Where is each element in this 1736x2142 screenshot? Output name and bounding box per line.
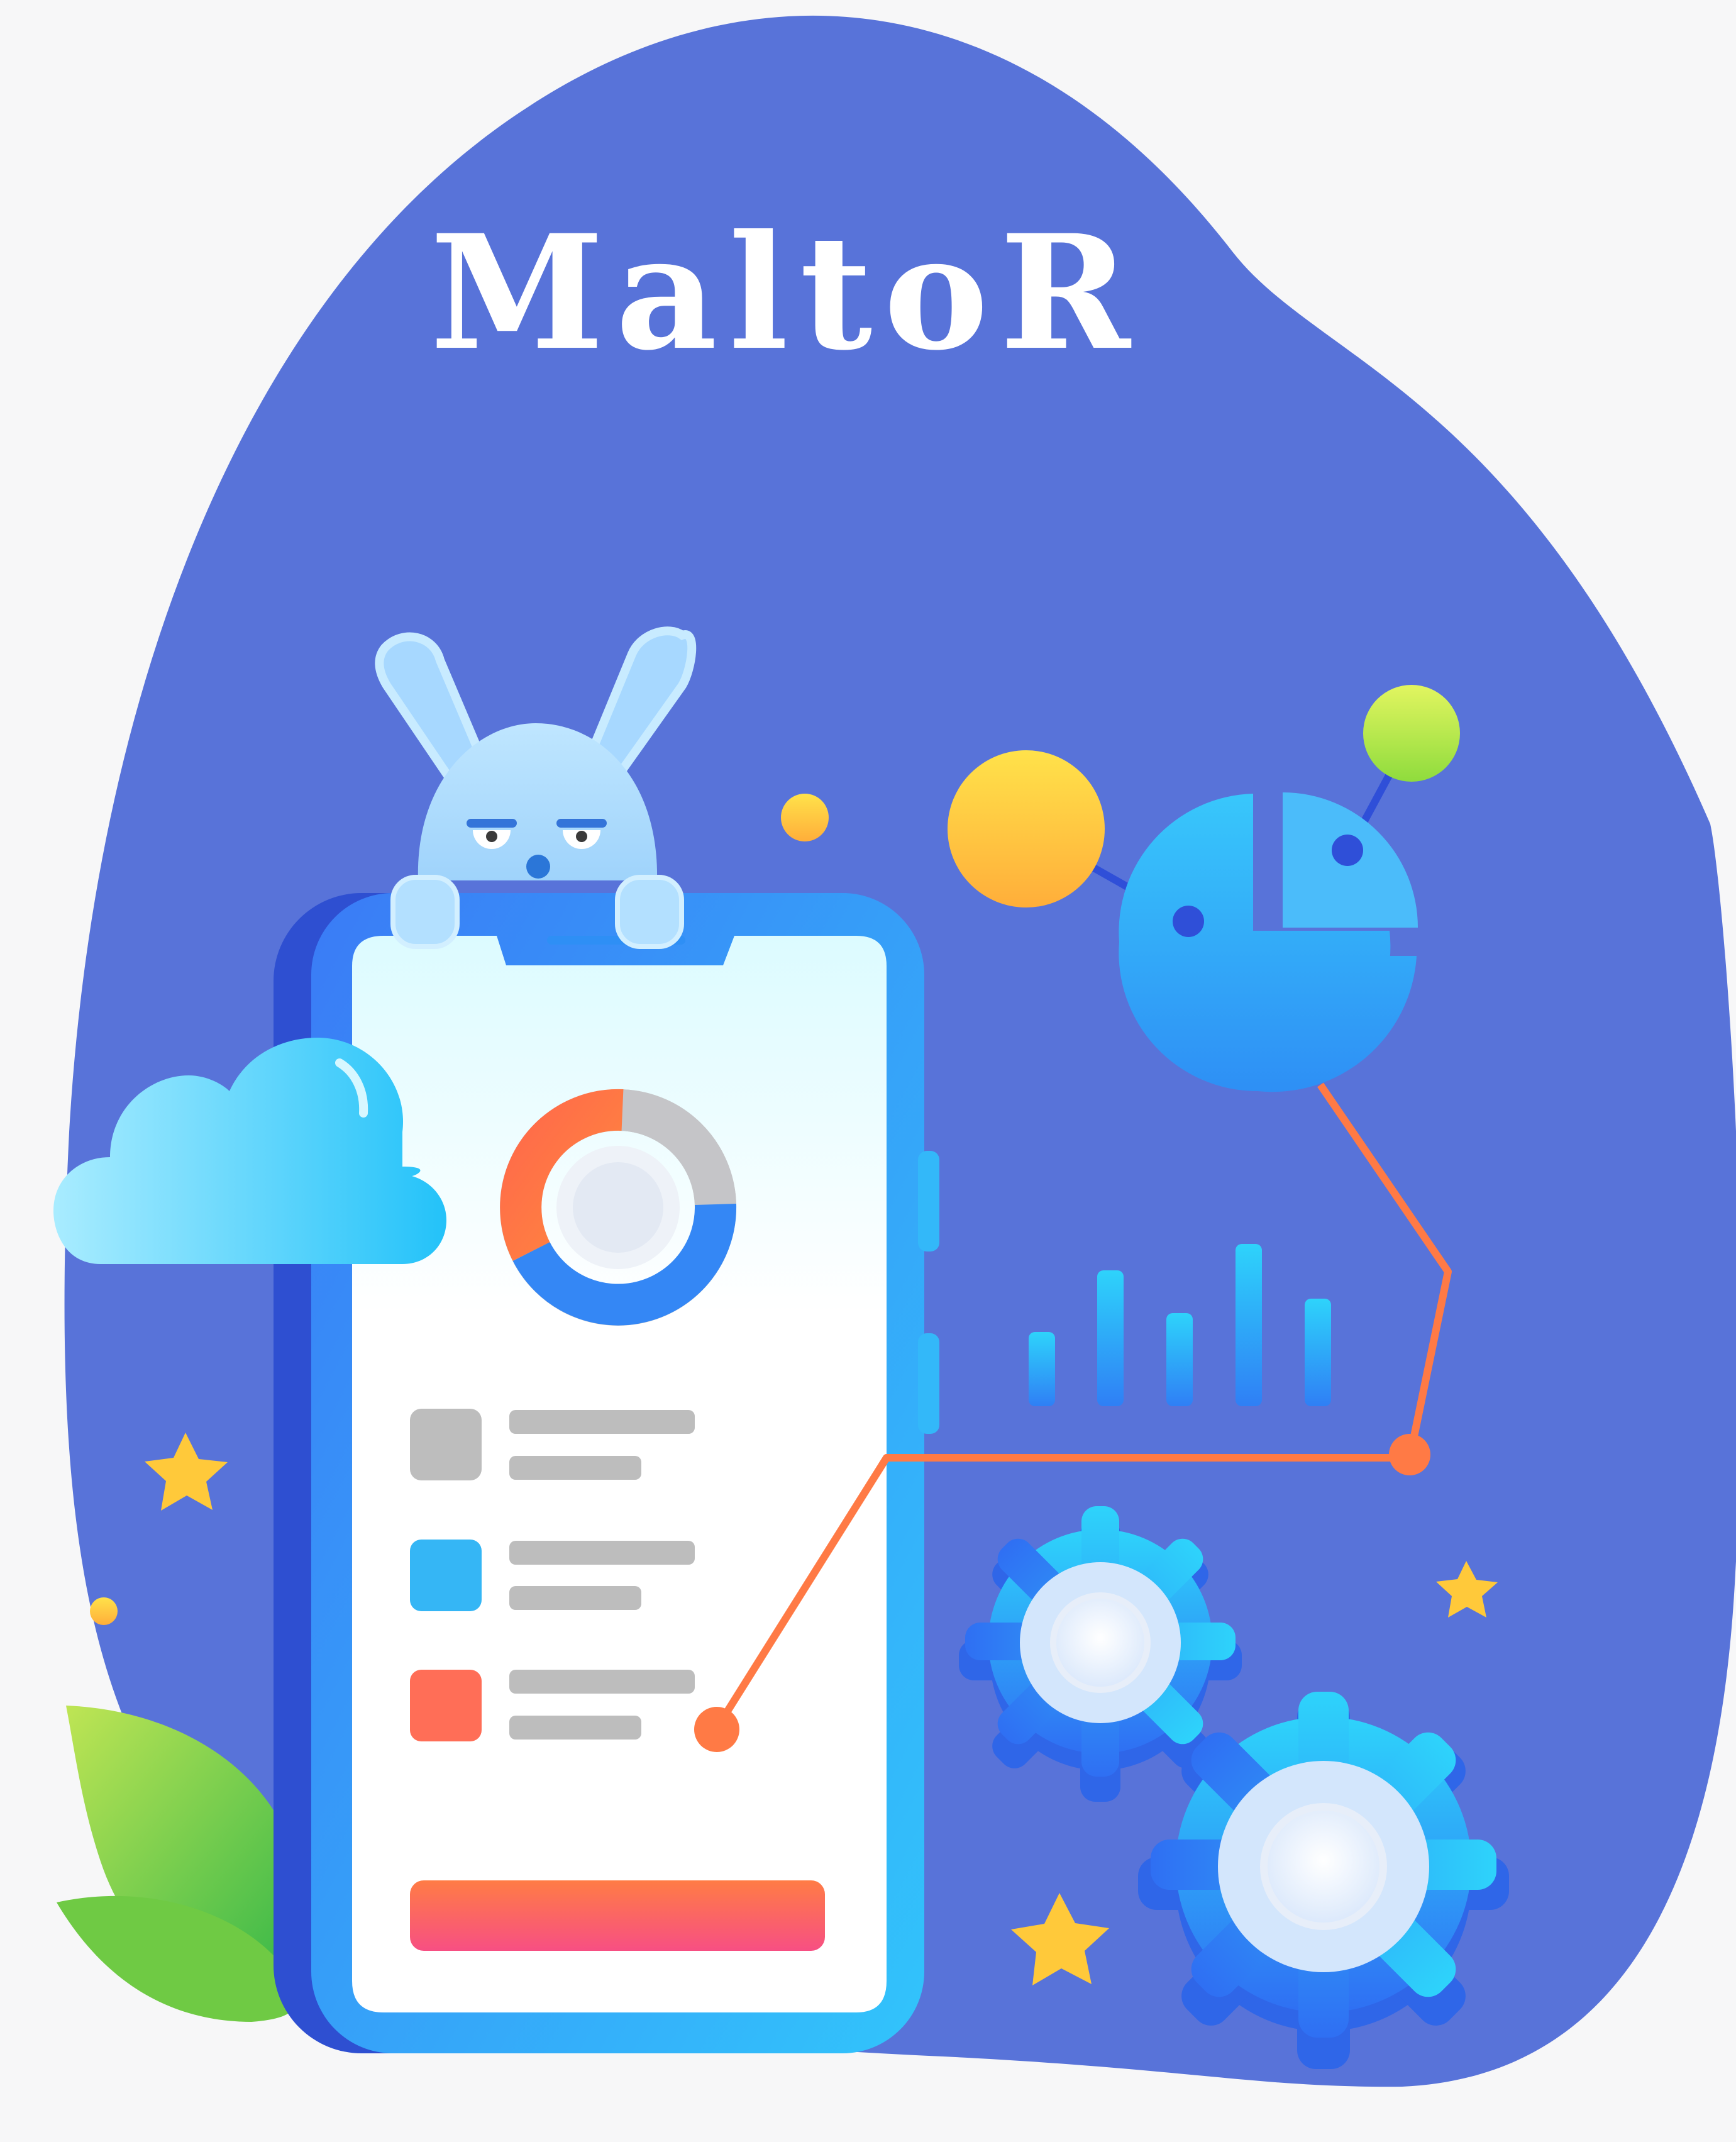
app-title: MaltoR bbox=[430, 200, 1142, 385]
decor-dot bbox=[90, 1597, 118, 1625]
screen-action-bar bbox=[410, 1880, 825, 1951]
illustration-canvas: MaltoR bbox=[0, 0, 1736, 2142]
decor-dot bbox=[781, 794, 829, 841]
